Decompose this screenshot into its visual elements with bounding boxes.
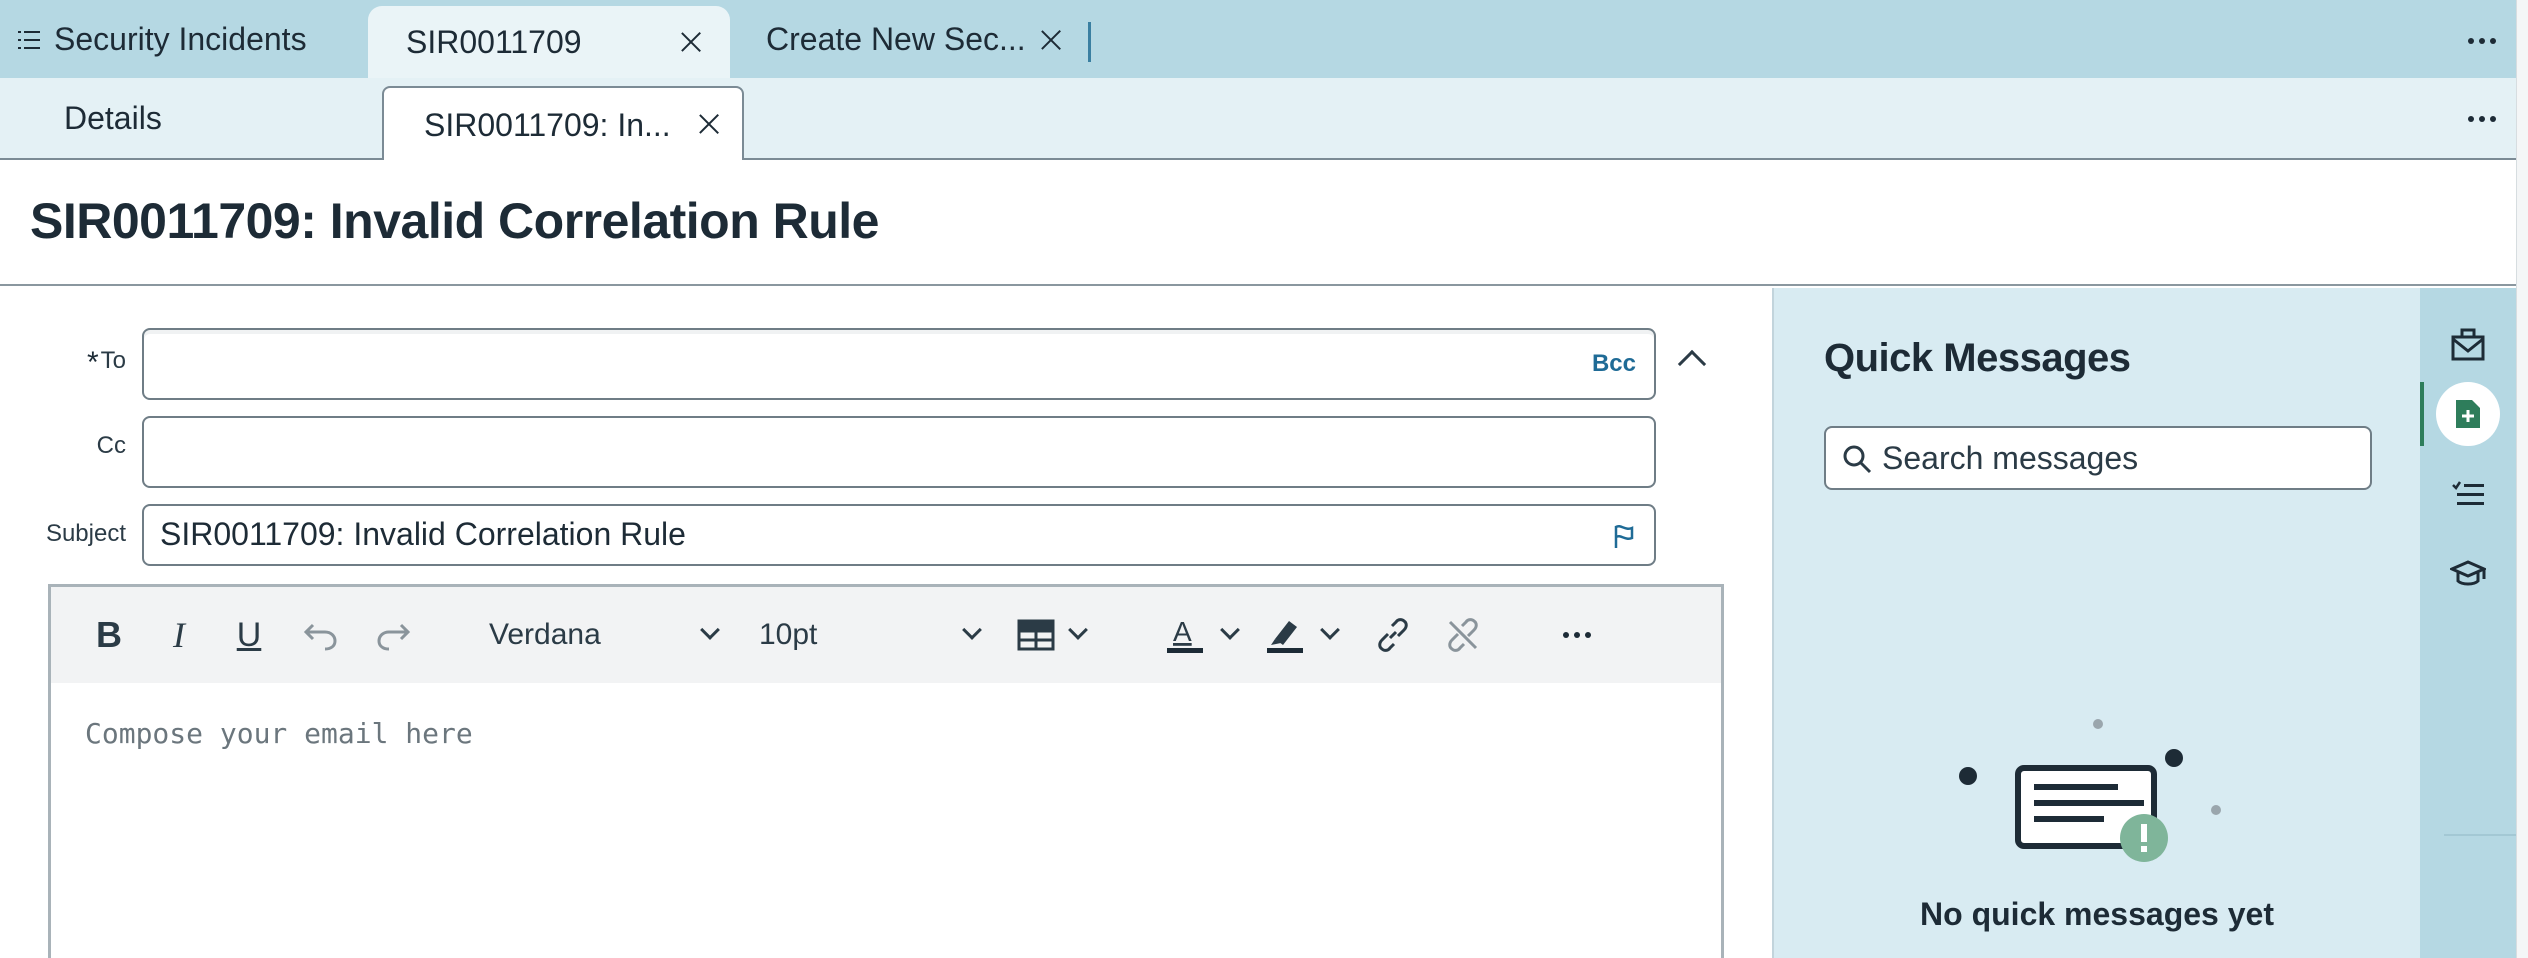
search-placeholder: Search messages — [1882, 440, 2139, 476]
tab-label: Security Incidents — [54, 20, 307, 57]
tab-label: SIR0011709: In... — [424, 106, 671, 143]
close-icon[interactable] — [696, 111, 722, 137]
chevron-down-icon — [700, 620, 720, 640]
tab-security-incidents[interactable]: Security Incidents — [0, 0, 360, 78]
tab-details[interactable]: Details — [0, 78, 380, 158]
top-tab-bar: Security Incidents SIR0011709 Create New… — [0, 0, 2528, 78]
unlink-icon[interactable] — [1439, 611, 1487, 659]
chevron-down-icon — [1068, 620, 1088, 640]
empty-state-text: No quick messages yet — [1920, 896, 2274, 932]
editor-toolbar: B I U Verdana 10pt A — [51, 587, 1721, 683]
quick-messages-panel: Quick Messages Search messages No quick … — [1772, 288, 2420, 958]
text-color-button[interactable]: A — [1165, 611, 1245, 659]
tab-create-new-security[interactable]: Create New Sec... — [740, 0, 1080, 78]
close-icon[interactable] — [678, 29, 704, 55]
bold-button[interactable]: B — [89, 611, 129, 659]
chevron-down-icon — [1220, 620, 1240, 640]
new-document-icon[interactable] — [2420, 374, 2516, 454]
tab-divider — [1088, 22, 1091, 62]
chevron-down-icon — [962, 620, 982, 640]
table-icon — [1017, 619, 1055, 651]
tab-email-compose[interactable]: SIR0011709: In... — [382, 86, 744, 162]
italic-button[interactable]: I — [159, 611, 199, 659]
list-icon — [18, 30, 40, 50]
redo-icon[interactable] — [369, 611, 417, 659]
undo-icon[interactable] — [297, 611, 345, 659]
empty-messages-illustration — [1959, 719, 2221, 862]
subject-value: SIR0011709: Invalid Correlation Rule — [160, 516, 686, 552]
subject-label: Subject — [45, 520, 126, 547]
bcc-button[interactable]: Bcc — [1592, 350, 1636, 378]
subject-field[interactable]: SIR0011709: Invalid Correlation Rule — [142, 504, 1656, 566]
tab-sir0011709[interactable]: SIR0011709 — [368, 6, 730, 78]
svg-text:A: A — [1173, 616, 1192, 647]
page-scrollbar[interactable] — [2516, 0, 2528, 958]
graduation-cap-icon[interactable] — [2420, 534, 2516, 614]
close-icon[interactable] — [1038, 27, 1064, 53]
rail-divider — [2444, 834, 2516, 836]
email-body-editor[interactable]: B I U Verdana 10pt A Compose your email … — [48, 584, 1724, 958]
tab-label: Details — [64, 99, 162, 136]
compose-placeholder: Compose your email here — [85, 717, 473, 750]
table-button[interactable] — [1017, 611, 1097, 659]
insert-link-icon[interactable] — [1369, 611, 1417, 659]
flag-icon — [1614, 525, 1634, 548]
required-marker: * — [86, 346, 99, 379]
text-color-icon: A — [1167, 616, 1203, 653]
to-label: *To — [86, 346, 126, 379]
cc-label: Cc — [96, 432, 126, 459]
checklist-icon[interactable] — [2420, 454, 2516, 534]
quick-messages-search-input[interactable]: Search messages — [1824, 426, 2372, 490]
font-family-select[interactable]: Verdana — [489, 611, 749, 659]
email-icon[interactable] — [2420, 304, 2516, 384]
chevron-down-icon — [1320, 620, 1340, 640]
highlight-color-button[interactable] — [1265, 611, 1345, 659]
page-title: SIR0011709: Invalid Correlation Rule — [30, 193, 880, 249]
right-side-rail — [2420, 288, 2516, 958]
more-options-icon[interactable] — [2468, 38, 2496, 44]
tab-label: Create New Sec... — [766, 20, 1026, 57]
more-options-icon[interactable] — [1563, 632, 1591, 638]
underline-button[interactable]: U — [229, 611, 269, 659]
more-options-icon[interactable] — [2468, 116, 2496, 122]
cc-field[interactable] — [142, 416, 1656, 488]
quick-messages-title: Quick Messages — [1824, 336, 2131, 380]
search-icon — [1843, 445, 1872, 474]
title-bar: SIR0011709: Invalid Correlation Rule — [0, 160, 2528, 286]
tab-label: SIR0011709 — [406, 23, 582, 60]
highlighter-icon — [1267, 621, 1303, 653]
chevron-up-icon[interactable] — [1677, 349, 1707, 379]
font-size-select[interactable]: 10pt — [759, 611, 1009, 659]
sub-tab-bar: Details SIR0011709: In... — [0, 78, 2528, 162]
to-field[interactable]: Bcc — [142, 328, 1656, 400]
